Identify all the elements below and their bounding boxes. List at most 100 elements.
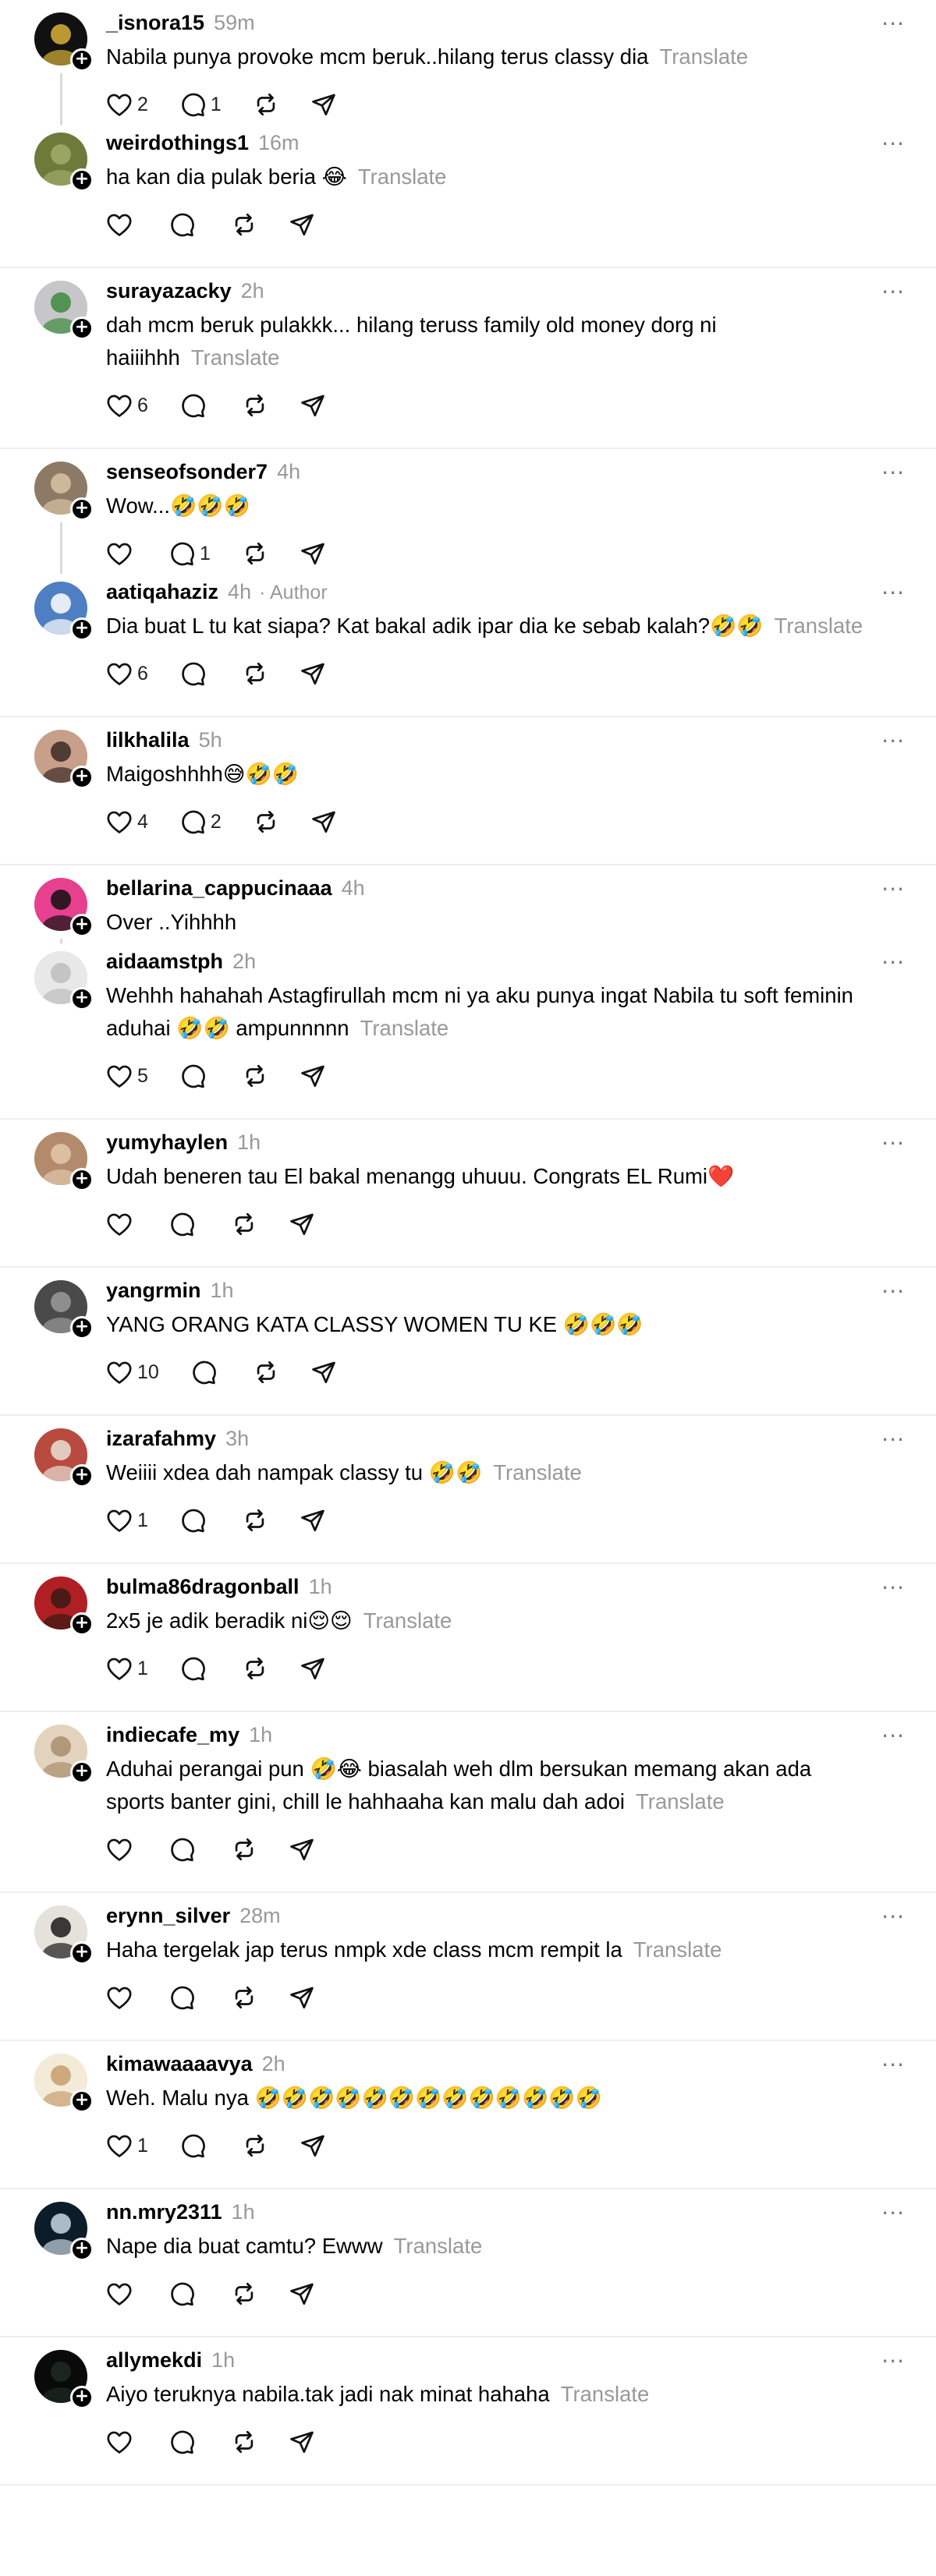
reply-button[interactable] [168, 2281, 200, 2306]
more-options-icon[interactable]: ··· [881, 1575, 905, 1601]
username[interactable]: kimawaaaavya [106, 2052, 253, 2076]
repost-button[interactable] [253, 809, 279, 834]
like-button[interactable] [106, 1837, 137, 1862]
like-button[interactable]: 6 [106, 661, 148, 686]
avatar[interactable]: + [34, 2054, 94, 2113]
more-options-icon[interactable]: ··· [881, 11, 905, 37]
like-button[interactable]: 6 [106, 393, 148, 418]
follow-plus-icon[interactable]: + [70, 766, 94, 789]
username[interactable]: _isnora15 [106, 11, 204, 35]
avatar[interactable]: + [34, 12, 94, 72]
avatar[interactable]: + [34, 2350, 94, 2409]
more-options-icon[interactable]: ··· [881, 279, 905, 305]
share-button[interactable] [300, 1063, 326, 1088]
share-button[interactable] [300, 541, 326, 566]
username[interactable]: indiecafe_my [106, 1723, 239, 1747]
follow-plus-icon[interactable]: + [70, 2089, 94, 2113]
reply-button[interactable] [179, 661, 211, 686]
repost-button[interactable] [231, 1985, 257, 2010]
more-options-icon[interactable]: ··· [881, 1427, 905, 1453]
avatar[interactable]: + [34, 1428, 94, 1488]
more-options-icon[interactable]: ··· [881, 1723, 905, 1749]
share-button[interactable] [300, 2133, 326, 2158]
follow-plus-icon[interactable]: + [70, 1168, 94, 1191]
translate-link[interactable]: Translate [360, 1016, 449, 1040]
avatar[interactable]: + [34, 133, 94, 192]
more-options-icon[interactable]: ··· [881, 2052, 905, 2078]
username[interactable]: surayazacky [106, 279, 232, 303]
reply-button[interactable] [168, 1212, 200, 1237]
avatar[interactable]: + [34, 281, 94, 340]
translate-link[interactable]: Translate [636, 1789, 725, 1813]
share-button[interactable] [289, 1985, 315, 2010]
repost-button[interactable] [231, 2281, 257, 2306]
repost-button[interactable] [242, 2133, 268, 2158]
username[interactable]: bellarina_cappucinaaa [106, 876, 332, 901]
reply-button[interactable] [179, 2133, 211, 2158]
translate-link[interactable]: Translate [561, 2382, 650, 2406]
like-button[interactable]: 4 [106, 809, 148, 834]
follow-plus-icon[interactable]: + [70, 48, 94, 72]
avatar[interactable]: + [34, 1725, 94, 1784]
reply-button[interactable] [190, 1360, 222, 1385]
avatar[interactable]: + [34, 462, 94, 521]
repost-button[interactable] [242, 393, 268, 418]
repost-button[interactable] [231, 1212, 257, 1237]
reply-button[interactable] [179, 1508, 211, 1533]
avatar[interactable]: + [34, 1132, 94, 1191]
username[interactable]: erynn_silver [106, 1904, 230, 1928]
follow-plus-icon[interactable]: + [70, 1464, 94, 1488]
follow-plus-icon[interactable]: + [70, 987, 94, 1010]
like-button[interactable] [106, 2281, 137, 2306]
more-options-icon[interactable]: ··· [881, 1131, 905, 1156]
repost-button[interactable] [231, 1837, 257, 1862]
share-button[interactable] [289, 2429, 315, 2454]
reply-button[interactable] [168, 2429, 200, 2454]
username[interactable]: weirdothings1 [106, 131, 249, 155]
more-options-icon[interactable]: ··· [881, 876, 905, 902]
like-button[interactable] [106, 212, 137, 237]
reply-button[interactable] [168, 1985, 200, 2010]
follow-plus-icon[interactable]: + [70, 2386, 94, 2409]
more-options-icon[interactable]: ··· [881, 950, 905, 975]
repost-button[interactable] [242, 661, 268, 686]
like-button[interactable]: 1 [106, 1508, 148, 1533]
share-button[interactable] [300, 1656, 326, 1681]
username[interactable]: lilkhalila [106, 728, 190, 752]
more-options-icon[interactable]: ··· [881, 131, 905, 157]
reply-button[interactable]: 1 [179, 92, 222, 117]
like-button[interactable]: 5 [106, 1063, 148, 1088]
username[interactable]: allymekdi [106, 2348, 202, 2373]
translate-link[interactable]: Translate [775, 614, 863, 638]
username[interactable]: bulma86dragonball [106, 1575, 300, 1599]
share-button[interactable] [300, 1508, 326, 1533]
username[interactable]: izarafahmy [106, 1427, 216, 1451]
share-button[interactable] [289, 212, 315, 237]
more-options-icon[interactable]: ··· [881, 1279, 905, 1304]
reply-button[interactable] [179, 1063, 211, 1088]
translate-link[interactable]: Translate [659, 44, 748, 69]
follow-plus-icon[interactable]: + [70, 617, 94, 641]
repost-button[interactable] [242, 1656, 268, 1681]
like-button[interactable] [106, 2429, 137, 2454]
more-options-icon[interactable]: ··· [881, 1904, 905, 1930]
avatar[interactable]: + [34, 1576, 94, 1636]
username[interactable]: nn.mry2311 [106, 2200, 222, 2224]
avatar[interactable]: + [34, 2202, 94, 2261]
follow-plus-icon[interactable]: + [70, 1760, 94, 1784]
share-button[interactable] [289, 1837, 315, 1862]
repost-button[interactable] [253, 92, 279, 117]
more-options-icon[interactable]: ··· [881, 460, 905, 486]
like-button[interactable]: 1 [106, 2133, 148, 2158]
follow-plus-icon[interactable]: + [70, 168, 94, 192]
share-button[interactable] [310, 92, 337, 117]
avatar[interactable]: + [34, 1905, 94, 1965]
like-button[interactable] [106, 541, 137, 566]
avatar[interactable]: + [34, 1280, 94, 1339]
repost-button[interactable] [231, 212, 257, 237]
username[interactable]: senseofsonder7 [106, 460, 268, 484]
reply-button[interactable] [168, 1837, 200, 1862]
like-button[interactable]: 10 [106, 1360, 159, 1385]
reply-button[interactable] [179, 1656, 211, 1681]
translate-link[interactable]: Translate [394, 2234, 483, 2258]
